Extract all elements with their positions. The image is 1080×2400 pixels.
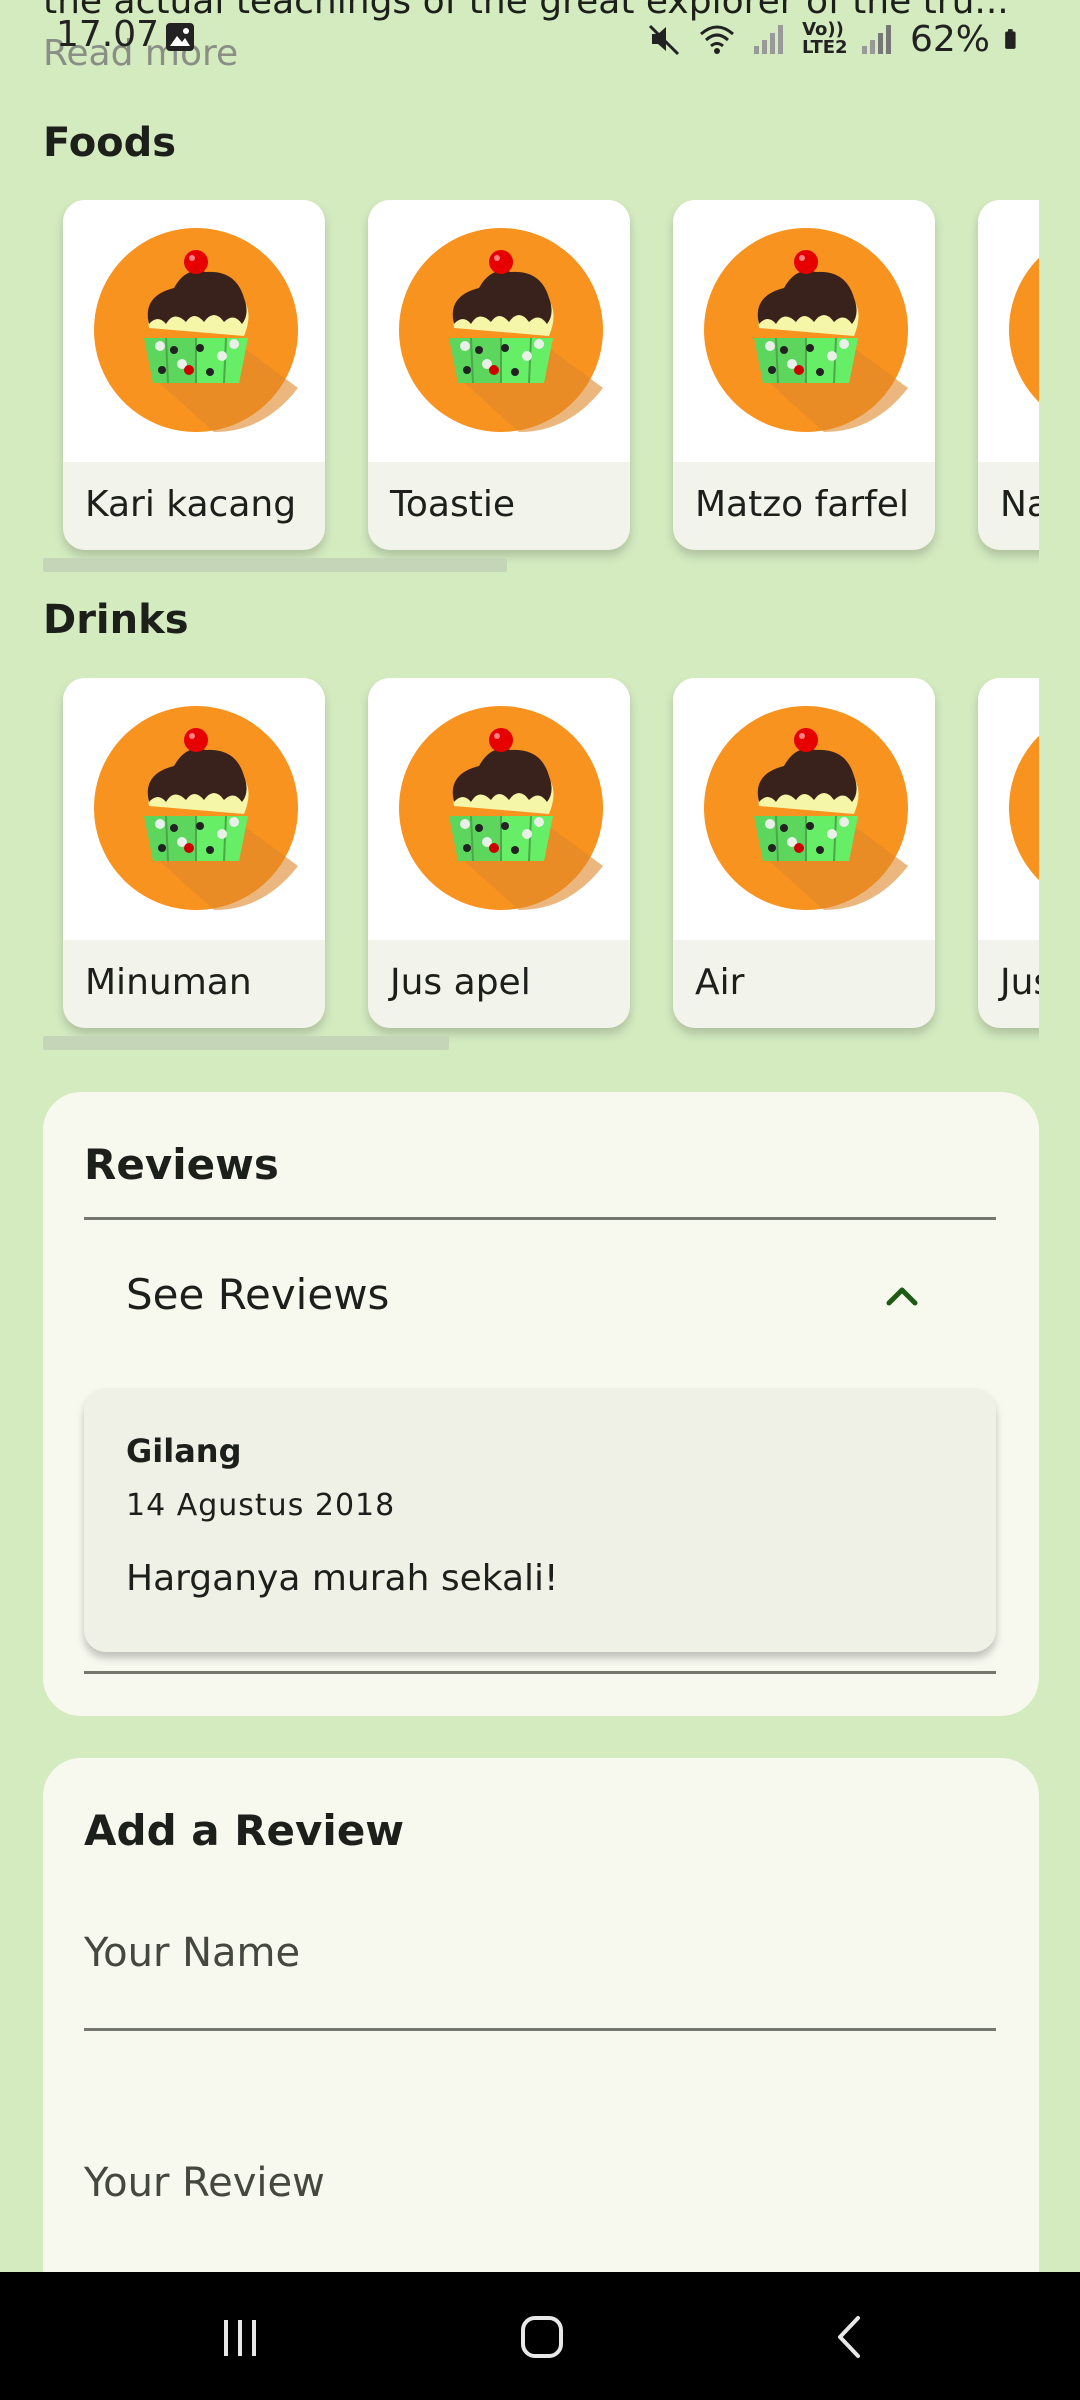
cupcake-icon <box>399 706 603 910</box>
drink-card-label: Jus <box>1000 962 1039 1003</box>
review-text: Harganya murah sekali! <box>126 1558 559 1599</box>
review-item: Gilang 14 Agustus 2018 Harganya murah se… <box>84 1388 996 1652</box>
battery-icon <box>1005 29 1016 49</box>
cupcake-icon <box>94 706 298 910</box>
foods-list[interactable]: Kari kacang Toastie Matzo farfel Na <box>43 200 1039 580</box>
food-card-label: Kari kacang <box>85 484 297 525</box>
gallery-notification-icon <box>166 23 194 51</box>
cupcake-icon <box>1009 706 1039 910</box>
food-card[interactable]: Toastie <box>368 200 630 550</box>
food-card-label: Matzo farfel <box>695 484 909 525</box>
drinks-scrollbar[interactable] <box>43 1036 449 1050</box>
drink-card-label: Jus apel <box>390 962 531 1003</box>
mute-icon <box>648 24 680 56</box>
review-input[interactable]: Your Review <box>84 2150 996 2260</box>
back-icon[interactable] <box>828 2314 874 2360</box>
home-icon[interactable] <box>519 2314 565 2360</box>
name-input-placeholder: Your Name <box>84 1930 301 1976</box>
chevron-up-icon[interactable] <box>882 1276 922 1316</box>
name-input-underline <box>84 2028 996 2031</box>
drink-card[interactable]: Jus apel <box>368 678 630 1028</box>
foods-title: Foods <box>43 120 177 166</box>
navigation-bar <box>0 2272 1080 2400</box>
cupcake-icon <box>1009 228 1039 432</box>
wifi-icon <box>699 25 734 54</box>
recents-icon[interactable] <box>218 2316 262 2360</box>
drinks-list[interactable]: Minuman Jus apel Air Jus <box>43 678 1039 1058</box>
review-author: Gilang <box>126 1432 242 1470</box>
food-card-label: Na <box>1000 484 1039 525</box>
drink-card-label: Minuman <box>85 962 252 1003</box>
signal-icon <box>753 25 783 54</box>
cupcake-icon <box>399 228 603 432</box>
reviews-divider <box>84 1217 996 1220</box>
review-input-placeholder: Your Review <box>84 2160 325 2206</box>
add-review-title: Add a Review <box>84 1806 405 1855</box>
food-card[interactable]: Kari kacang <box>63 200 325 550</box>
see-reviews-label: See Reviews <box>126 1270 390 1319</box>
see-reviews-toggle[interactable]: See Reviews <box>84 1236 996 1356</box>
review-date: 14 Agustus 2018 <box>126 1488 396 1523</box>
cupcake-icon <box>704 706 908 910</box>
status-time: 17.07 <box>56 14 160 55</box>
food-card-label: Toastie <box>390 484 515 525</box>
drink-card[interactable]: Air <box>673 678 935 1028</box>
status-bar: 17.07 Vo)) LTE2 62% <box>0 0 1080 80</box>
battery-percent: 62% <box>909 18 990 60</box>
reviews-bottom-divider <box>84 1671 996 1674</box>
foods-scrollbar[interactable] <box>43 558 507 572</box>
cupcake-icon <box>704 228 908 432</box>
food-card[interactable]: Matzo farfel <box>673 200 935 550</box>
drink-card[interactable]: Minuman <box>63 678 325 1028</box>
reviews-title: Reviews <box>84 1140 279 1189</box>
status-icons: Vo)) LTE2 62% <box>646 14 1026 64</box>
drink-card-label: Air <box>695 962 745 1003</box>
cupcake-icon <box>94 228 298 432</box>
signal-icon-2 <box>861 25 891 54</box>
drinks-title: Drinks <box>43 597 189 643</box>
drink-card[interactable]: Jus <box>978 678 1039 1028</box>
volte-label: Vo)) LTE2 <box>801 19 848 58</box>
food-card[interactable]: Na <box>978 200 1039 550</box>
name-input[interactable]: Your Name <box>84 1920 996 2031</box>
